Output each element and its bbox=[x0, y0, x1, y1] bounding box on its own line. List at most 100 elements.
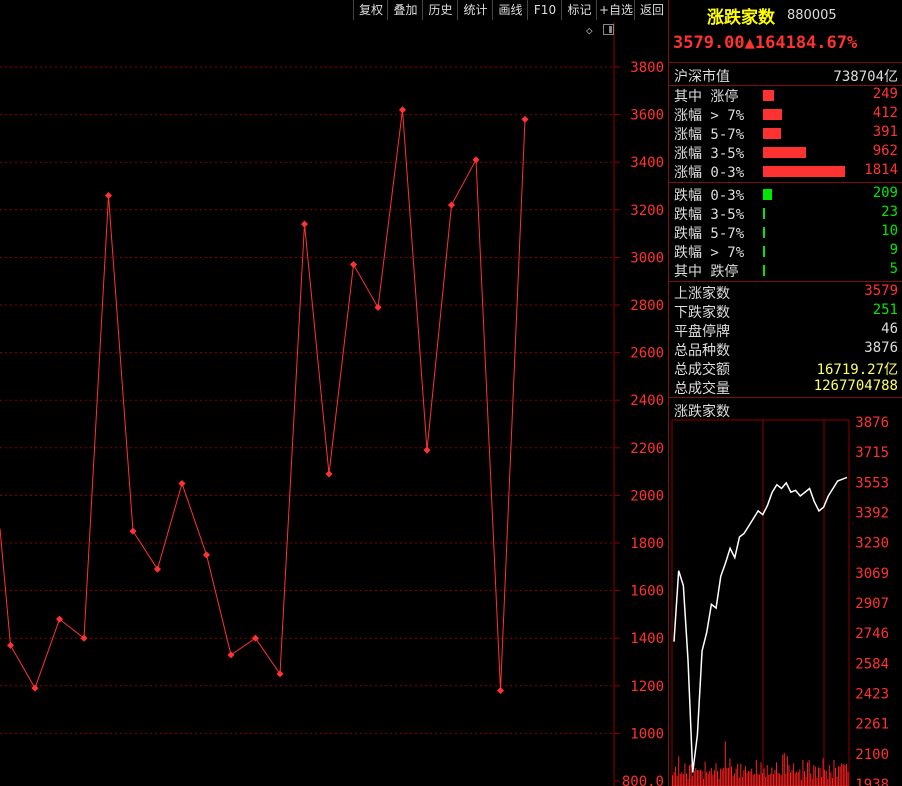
breakdown-label: 涨幅 3-5% bbox=[674, 146, 745, 162]
divider bbox=[669, 281, 902, 282]
data-point bbox=[178, 479, 186, 488]
panel-toggle-icon[interactable] bbox=[603, 24, 614, 35]
volume-bar bbox=[690, 763, 692, 786]
breakdown-value: 10 bbox=[881, 223, 898, 239]
y-tick-label: 3400 bbox=[630, 155, 664, 171]
breakdown-label: 跌幅 3-5% bbox=[674, 207, 745, 223]
volume-bar bbox=[682, 774, 684, 786]
volume-bar bbox=[813, 765, 815, 786]
volume-bar bbox=[808, 760, 810, 786]
breakdown-label: 跌幅 5-7% bbox=[674, 226, 745, 242]
toolbar-button-2[interactable]: 历史 bbox=[422, 0, 458, 20]
volume-bar bbox=[749, 771, 751, 786]
volume-bar bbox=[689, 765, 691, 786]
toolbar-button-5[interactable]: F10 bbox=[527, 0, 562, 20]
mini-y-tick-label: 3230 bbox=[855, 536, 889, 552]
volume-bar bbox=[785, 773, 787, 786]
toolbar-button-0[interactable]: 复权 bbox=[353, 0, 388, 20]
volume-bar bbox=[737, 763, 739, 786]
volume-bar bbox=[751, 768, 753, 786]
breakdown-bar bbox=[763, 246, 765, 257]
volume-bar bbox=[847, 771, 849, 786]
volume-bar bbox=[830, 772, 832, 786]
y-tick-label: 1800 bbox=[630, 536, 664, 552]
stats-value: 3579 bbox=[864, 283, 898, 299]
volume-bar bbox=[791, 770, 793, 786]
volume-bar bbox=[752, 774, 754, 786]
volume-bar bbox=[672, 775, 673, 786]
volume-bar bbox=[803, 771, 805, 786]
breakdown-bar bbox=[763, 189, 773, 200]
volume-bar bbox=[841, 763, 843, 786]
mini-y-tick-label: 2584 bbox=[855, 656, 889, 672]
breakdown-bar bbox=[763, 90, 775, 101]
stats-row: 上涨家数 3579 bbox=[669, 283, 902, 302]
diamond-icon[interactable]: ◇ bbox=[586, 24, 593, 37]
volume-bar bbox=[762, 773, 764, 786]
divider bbox=[669, 62, 902, 63]
y-tick-label: 2400 bbox=[630, 393, 664, 409]
mini-y-tick-label: 3069 bbox=[855, 566, 889, 582]
toolbar-button-1[interactable]: 叠加 bbox=[387, 0, 423, 20]
stats-row: 总成交额 16719.27亿 bbox=[669, 359, 902, 378]
volume-bar bbox=[819, 768, 821, 786]
divider bbox=[669, 182, 902, 183]
data-point bbox=[227, 651, 235, 659]
market-cap-label: 沪深市值 bbox=[674, 69, 730, 85]
toolbar-button-7[interactable]: +自选 bbox=[596, 0, 635, 20]
volume-bar bbox=[786, 756, 788, 786]
toolbar-button-3[interactable]: 统计 bbox=[457, 0, 493, 20]
volume-bar bbox=[768, 774, 770, 786]
toolbar-button-8[interactable]: 返回 bbox=[634, 0, 669, 20]
volume-bar bbox=[703, 778, 705, 786]
toolbar: 复权 叠加 历史 统计 画线 F10 标记 +自选 返回 bbox=[0, 0, 668, 20]
breakdown-label: 跌幅 0-3% bbox=[674, 188, 745, 204]
volume-bar bbox=[799, 769, 801, 786]
volume-bar bbox=[741, 777, 743, 786]
y-tick-label: 1200 bbox=[630, 679, 664, 695]
data-point bbox=[300, 220, 309, 228]
mini-y-tick-label: 2746 bbox=[855, 626, 889, 642]
y-tick-label: 2200 bbox=[630, 441, 664, 457]
data-point bbox=[31, 684, 39, 692]
toolbar-button-6[interactable]: 标记 bbox=[561, 0, 597, 20]
stats-row: 下跌家数 251 bbox=[669, 302, 902, 321]
main-chart: 800.0 1000 1200 1400 1600 1800 2000 2200 2400 260… bbox=[0, 22, 664, 786]
toolbar-button-4[interactable]: 画线 bbox=[492, 0, 528, 20]
volume-bar bbox=[828, 765, 830, 786]
breakdown-value: 391 bbox=[872, 124, 898, 140]
volume-bar bbox=[748, 770, 750, 786]
data-point bbox=[472, 156, 480, 164]
volume-bar bbox=[838, 766, 840, 786]
y-tick-label: 2600 bbox=[630, 346, 664, 362]
price-line: 3579.00▲164184.67% bbox=[673, 33, 858, 53]
volume-bar bbox=[822, 758, 824, 786]
volume-bar bbox=[710, 768, 712, 786]
data-point bbox=[153, 565, 162, 573]
breakdown-bar bbox=[763, 109, 782, 120]
volume-bar bbox=[721, 769, 723, 786]
volume-bar bbox=[769, 773, 771, 786]
volume-bar bbox=[765, 777, 767, 786]
volume-bar bbox=[790, 772, 791, 786]
breakdown-row: 其中 跌停 5 bbox=[669, 261, 902, 280]
stats-label: 下跌家数 bbox=[674, 305, 730, 321]
y-tick-label: 3600 bbox=[630, 108, 664, 124]
data-point bbox=[202, 551, 211, 559]
panel-title: 涨跌家数 bbox=[707, 8, 775, 28]
volume-bar bbox=[774, 770, 776, 786]
volume-bar bbox=[776, 762, 778, 786]
breakdown-row: 其中 涨停 249 bbox=[669, 86, 902, 105]
breakdown-bar bbox=[763, 128, 781, 139]
mini-y-tick-label: 3876 bbox=[855, 415, 889, 431]
volume-bar bbox=[735, 768, 737, 786]
mini-series-line bbox=[673, 476, 848, 773]
volume-bar bbox=[816, 777, 818, 786]
volume-bar bbox=[693, 771, 695, 786]
volume-bar bbox=[821, 776, 823, 786]
volume-bar bbox=[836, 776, 838, 786]
volume-bar bbox=[805, 776, 807, 786]
data-point bbox=[104, 191, 113, 200]
volume-bar bbox=[678, 756, 680, 786]
volume-bar bbox=[810, 773, 812, 786]
